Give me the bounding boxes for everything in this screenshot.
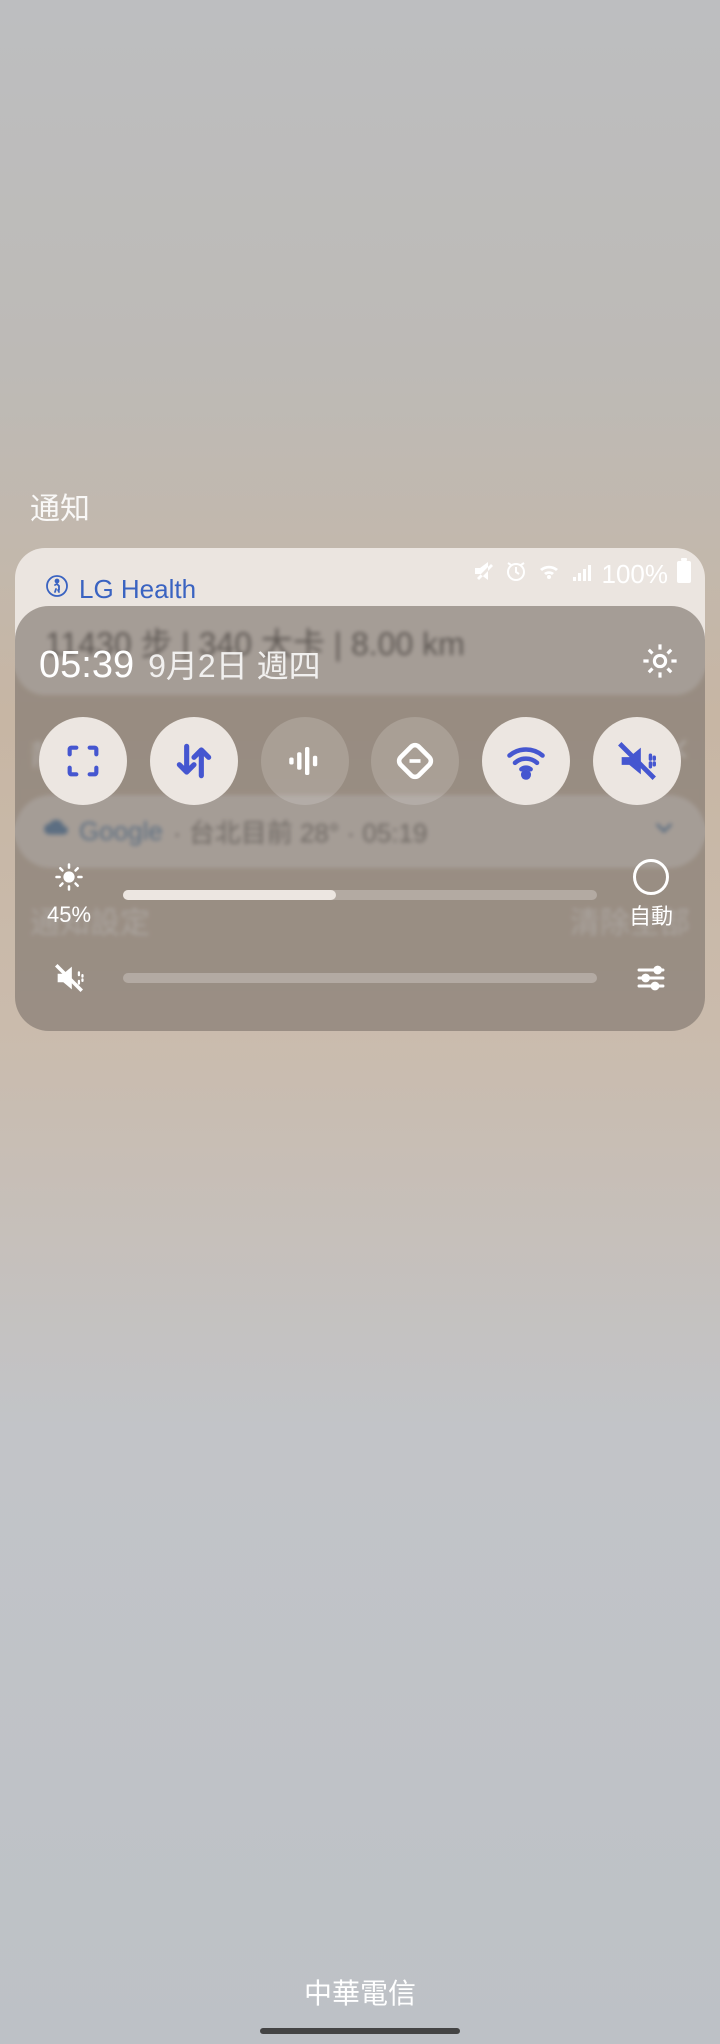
walking-icon — [45, 574, 69, 605]
signal-icon — [570, 561, 594, 588]
notifications-label: 通知 — [30, 484, 90, 528]
battery-icon — [676, 558, 692, 591]
battery-percent: 100% — [602, 559, 669, 590]
sound-toggle[interactable] — [261, 717, 349, 805]
screenshot-toggle[interactable] — [39, 717, 127, 805]
auto-brightness-toggle[interactable]: 自動 — [621, 859, 681, 931]
wifi-icon — [536, 559, 562, 590]
sound-settings-icon[interactable] — [621, 962, 681, 994]
mute-icon — [472, 559, 496, 590]
gear-icon[interactable] — [639, 640, 681, 687]
qs-time: 05:39 — [39, 644, 134, 687]
volume-slider-row — [39, 961, 681, 995]
vibrate-toggle[interactable] — [593, 717, 681, 805]
volume-slider[interactable] — [123, 973, 597, 983]
quick-settings-panel: 05:39 9月2日 週四 45% — [15, 606, 705, 1031]
carrier-label: 中華電信 — [0, 1972, 720, 2012]
brightness-slider-row: 45% 自動 — [39, 859, 681, 931]
qs-time-date[interactable]: 05:39 9月2日 週四 — [39, 641, 321, 687]
nav-handle[interactable] — [260, 2028, 460, 2034]
status-bar: 100% — [472, 558, 693, 591]
brightness-slider[interactable] — [123, 890, 597, 900]
brightness-percent: 45% — [47, 902, 91, 928]
notif-app-name: LG Health — [79, 574, 196, 605]
brightness-icon — [54, 862, 84, 898]
auto-label: 自動 — [629, 899, 673, 931]
volume-mute-icon — [39, 961, 99, 995]
rotate-toggle[interactable] — [371, 717, 459, 805]
brightness-label-group: 45% — [39, 862, 99, 928]
qs-toggles-row — [39, 717, 681, 805]
wifi-toggle[interactable] — [482, 717, 570, 805]
qs-date: 9月2日 週四 — [148, 641, 321, 687]
qs-header: 05:39 9月2日 週四 — [39, 640, 681, 687]
alarm-icon — [504, 559, 528, 590]
data-toggle[interactable] — [150, 717, 238, 805]
notifications-section-header: 通知 — [0, 484, 720, 528]
